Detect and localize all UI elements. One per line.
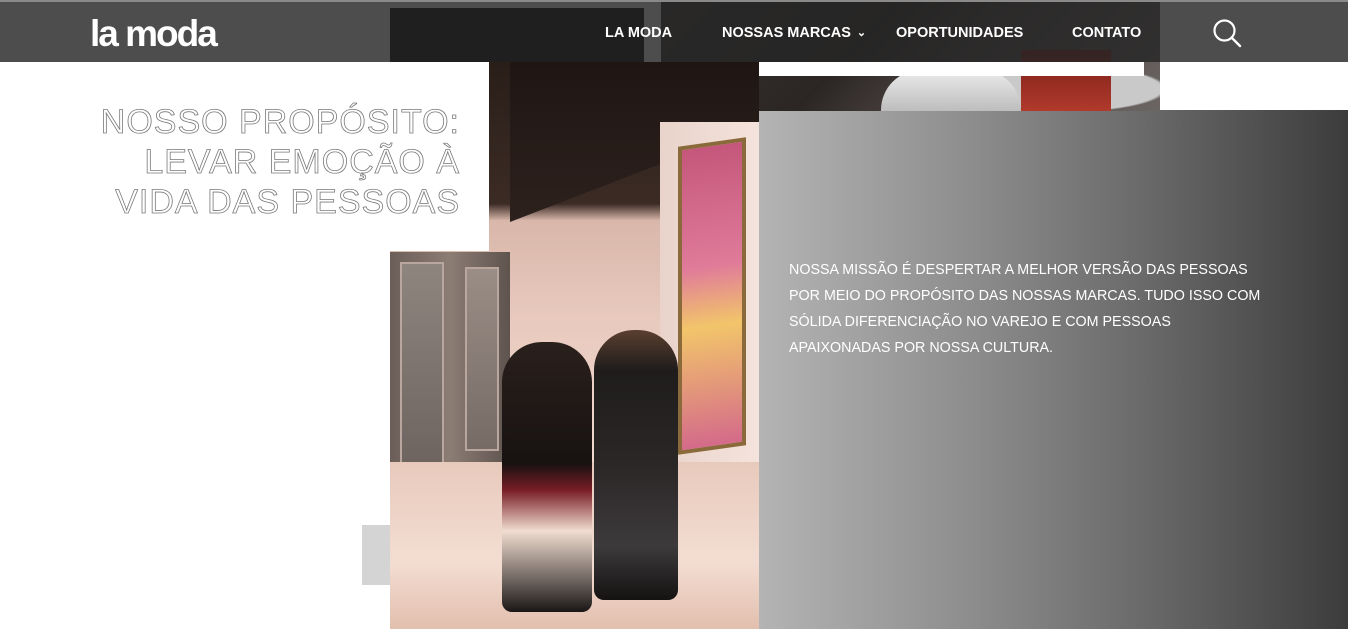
nav-item-la-moda[interactable]: LA MODA (605, 23, 672, 43)
person-figure (502, 342, 592, 612)
nav-item-label: NOSSAS MARCAS (722, 25, 851, 41)
page-title: NOSSO PROPÓSITO: LEVAR EMOÇÃO À VIDA DAS… (0, 102, 460, 222)
decorative-grey-square (362, 525, 390, 585)
mission-text: NOSSA MISSÃO É DESPERTAR A MELHOR VERSÃO… (789, 262, 1261, 356)
title-line: LEVAR EMOÇÃO À (144, 143, 460, 182)
search-icon[interactable] (1212, 18, 1242, 48)
person-figure (594, 330, 678, 600)
chevron-down-icon: ⌄ (856, 27, 867, 39)
title-line: VIDA DAS PESSOAS (115, 183, 460, 222)
nav-item-oportunidades[interactable]: OPORTUNIDADES (896, 23, 1023, 43)
title-box: NOSSO PROPÓSITO: LEVAR EMOÇÃO À VIDA DAS… (0, 62, 489, 251)
nav-item-contato[interactable]: CONTATO (1072, 23, 1141, 43)
site-header: la moda LA MODA NOSSAS MARCAS ⌄ OPORTUNID… (0, 0, 1348, 62)
title-line: NOSSO PROPÓSITO: (100, 103, 460, 142)
nav-item-nossas-marcas[interactable]: NOSSAS MARCAS ⌄ (722, 23, 866, 43)
logo[interactable]: la moda (90, 12, 218, 56)
mission-gradient-panel (759, 110, 1348, 629)
